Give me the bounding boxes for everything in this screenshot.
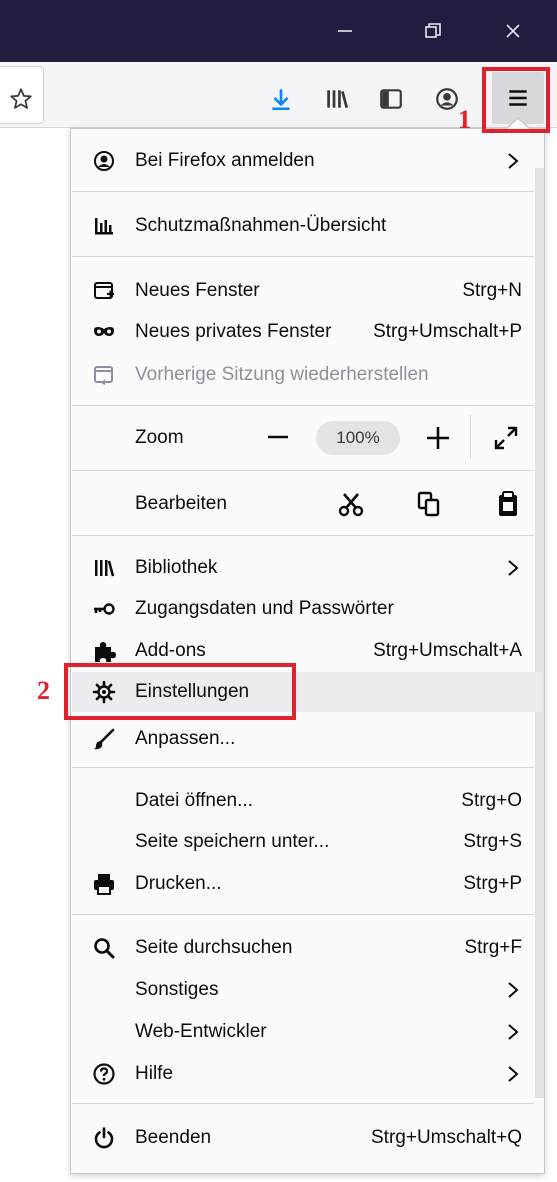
paste-icon[interactable]	[494, 490, 522, 518]
fullscreen-icon[interactable]	[493, 425, 519, 451]
printer-icon	[90, 870, 118, 898]
zoom-reset-button[interactable]: 100%	[316, 421, 400, 455]
menu-item-customize[interactable]: Anpassen...	[72, 719, 542, 759]
private-mask-icon	[90, 318, 118, 346]
annotation-number-2: 2	[37, 676, 50, 705]
downloads-button[interactable]	[264, 82, 298, 116]
chevron-right-icon	[508, 153, 519, 169]
zoom-in-icon[interactable]	[424, 424, 452, 452]
menu-item-more[interactable]: Sonstiges	[72, 970, 542, 1010]
shortcut-label: Strg+Umschalt+A	[373, 640, 522, 661]
annotation-box-settings	[64, 663, 296, 720]
menu-item-web-developer[interactable]: Web-Entwickler	[72, 1012, 542, 1052]
protections-chart-icon	[90, 212, 118, 240]
menu-item-help[interactable]: Hilfe	[72, 1054, 542, 1094]
library-icon	[90, 554, 118, 582]
chevron-right-icon	[508, 560, 519, 576]
menu-item-protections[interactable]: Schutzmaßnahmen-Übersicht	[72, 206, 542, 246]
menu-separator	[72, 191, 534, 192]
chevron-right-icon	[508, 1066, 519, 1082]
menu-item-label: Drucken...	[135, 873, 222, 894]
sidebar-button[interactable]	[374, 82, 408, 116]
window-titlebar	[0, 0, 557, 62]
shortcut-label: Strg+N	[462, 280, 522, 301]
zoom-divider	[470, 415, 471, 459]
minimize-icon	[338, 30, 352, 32]
edit-label: Bearbeiten	[135, 493, 227, 514]
library-icon	[327, 90, 349, 109]
menu-item-label: Seite durchsuchen	[135, 937, 293, 958]
menu-separator	[72, 470, 534, 471]
menu-item-new-window[interactable]: Neues Fenster Strg+N	[72, 271, 542, 311]
bookmark-star-button[interactable]	[4, 82, 38, 116]
menu-item-library[interactable]: Bibliothek	[72, 548, 542, 588]
chevron-right-icon	[508, 1024, 519, 1040]
menu-item-label: Bei Firefox anmelden	[135, 150, 315, 171]
menu-separator	[72, 256, 534, 257]
key-icon	[90, 595, 118, 623]
menu-item-label: Zugangsdaten und Passwörter	[135, 598, 394, 619]
menu-item-new-private-window[interactable]: Neues privates Fenster Strg+Umschalt+P	[72, 312, 542, 352]
annotation-number-1: 1	[458, 105, 471, 134]
zoom-label: Zoom	[135, 427, 184, 448]
minimize-button[interactable]	[310, 0, 380, 62]
zoom-out-icon[interactable]	[265, 424, 291, 450]
menu-separator	[72, 535, 534, 536]
shortcut-label: Strg+P	[463, 873, 522, 894]
restore-button[interactable]	[398, 0, 468, 62]
help-icon	[90, 1060, 118, 1088]
annotation-box-menu-button	[482, 67, 550, 133]
menu-separator	[72, 405, 534, 406]
account-icon	[90, 147, 118, 175]
menu-item-quit[interactable]: Beenden Strg+Umschalt+Q	[72, 1118, 542, 1158]
menu-item-label: Web-Entwickler	[135, 1021, 267, 1042]
menu-item-label: Sonstiges	[135, 979, 219, 1000]
menu-item-label: Hilfe	[135, 1063, 174, 1084]
menu-item-label: Datei öffnen...	[135, 790, 253, 811]
menu-separator	[72, 1103, 534, 1104]
shortcut-label: Strg+F	[464, 937, 522, 958]
chevron-right-icon	[508, 982, 519, 998]
close-window-button[interactable]	[478, 0, 548, 62]
puzzle-piece-icon	[90, 637, 118, 665]
shortcut-label: Strg+Umschalt+Q	[371, 1127, 522, 1148]
sidebar-icon	[380, 89, 402, 109]
menu-separator	[72, 914, 534, 915]
menu-item-label: Seite speichern unter...	[135, 831, 330, 852]
restore-icon	[425, 23, 441, 38]
search-icon	[90, 934, 118, 962]
menu-item-label: Beenden	[135, 1127, 212, 1148]
menu-item-label: Anpassen...	[135, 728, 236, 749]
menu-item-label: Bibliothek	[135, 557, 218, 578]
shortcut-label: Strg+S	[463, 831, 522, 852]
shortcut-label: Strg+O	[461, 790, 522, 811]
menu-item-label: Neues Fenster	[135, 280, 260, 301]
menu-item-logins[interactable]: Zugangsdaten und Passwörter	[72, 589, 542, 629]
new-window-icon	[90, 277, 118, 305]
menu-item-save-page[interactable]: Seite speichern unter... Strg+S	[72, 822, 542, 862]
menu-item-open-file[interactable]: Datei öffnen... Strg+O	[72, 781, 542, 821]
menu-separator	[72, 767, 534, 768]
menu-item-sign-in[interactable]: Bei Firefox anmelden	[72, 141, 542, 181]
download-icon	[272, 89, 290, 111]
close-icon	[506, 24, 520, 38]
menu-item-label: Vorherige Sitzung wiederherstellen	[135, 364, 429, 385]
star-icon	[10, 88, 32, 109]
copy-icon[interactable]	[415, 490, 443, 518]
cut-icon[interactable]	[337, 490, 365, 518]
menu-item-restore-session[interactable]: Vorherige Sitzung wiederherstellen	[72, 355, 542, 395]
library-button[interactable]	[320, 82, 354, 116]
shortcut-label: Strg+Umschalt+P	[373, 321, 522, 342]
power-icon	[90, 1124, 118, 1152]
menu-item-print[interactable]: Drucken... Strg+P	[72, 864, 542, 904]
restore-session-icon	[90, 361, 118, 389]
account-icon	[436, 88, 458, 110]
menu-item-label: Neues privates Fenster	[135, 321, 332, 342]
menu-item-find-in-page[interactable]: Seite durchsuchen Strg+F	[72, 928, 542, 968]
menu-item-label: Add-ons	[135, 640, 206, 661]
paintbrush-icon	[90, 725, 118, 753]
menu-item-edit: Bearbeiten	[72, 484, 542, 524]
menu-item-zoom: Zoom	[72, 418, 542, 458]
menu-item-label: Schutzmaßnahmen-Übersicht	[135, 215, 387, 236]
